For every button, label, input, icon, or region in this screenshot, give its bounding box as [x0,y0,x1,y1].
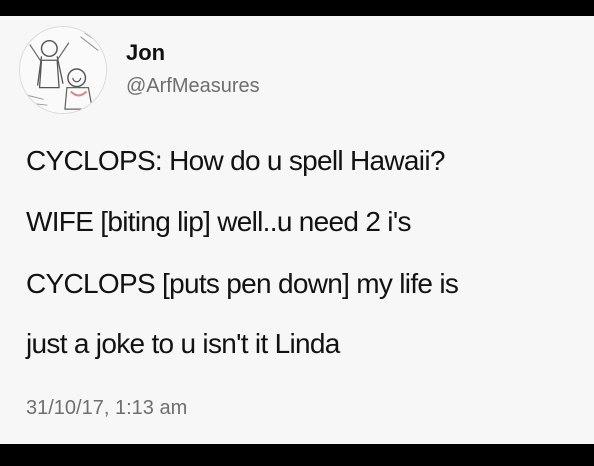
tweet-timestamp[interactable]: 31/10/17, 1:13 am [26,396,187,420]
tweet-line: WIFE [biting lip] well..u need 2 i's [26,206,411,237]
avatar[interactable] [19,26,107,114]
tweet-line: just a joke to u isn't it Linda [26,328,340,359]
cartoon-drawing-avatar-icon [20,27,106,113]
tweet-line: CYCLOPS: How do u spell Hawaii? [26,145,445,176]
tweet-line: CYCLOPS [puts pen down] my life is [26,268,459,299]
author-display-name[interactable]: Jon [126,40,165,66]
tweet-card: Jon @ArfMeasures CYCLOPS: How do u spell… [0,16,594,444]
author-handle[interactable]: @ArfMeasures [126,74,260,98]
